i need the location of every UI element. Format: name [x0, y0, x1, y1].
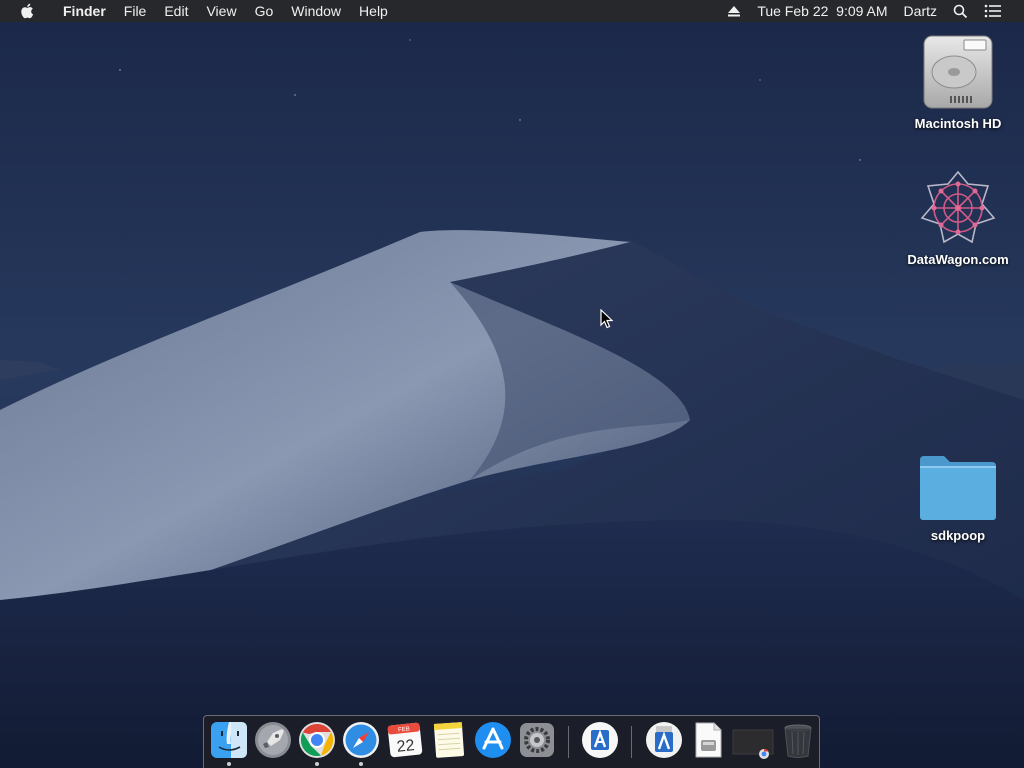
- running-indicator: [315, 762, 319, 766]
- eject-icon[interactable]: [719, 0, 749, 22]
- menu-bar: Finder File Edit View Go Window Help Tue…: [0, 0, 1024, 22]
- app-store-icon: [475, 722, 511, 758]
- instruments-icon: [582, 722, 618, 758]
- chrome-icon: [299, 722, 335, 758]
- dock-xcode-instruments[interactable]: [580, 720, 620, 760]
- running-indicator: [227, 762, 231, 766]
- dock-system-preferences[interactable]: [517, 720, 557, 760]
- dock-separator: [568, 726, 569, 758]
- dock-xcode-installer[interactable]: [644, 720, 684, 760]
- menu-view[interactable]: View: [197, 0, 245, 22]
- trash-icon: [784, 724, 812, 758]
- desktop-icon-sdkpoop[interactable]: sdkpoop: [903, 452, 1013, 543]
- desktop-icon-label: DataWagon.com: [907, 252, 1009, 267]
- spotlight-search-icon[interactable]: [945, 0, 976, 22]
- menu-app-finder[interactable]: Finder: [54, 0, 115, 22]
- finder-icon: [211, 722, 247, 758]
- dock-launchpad[interactable]: [253, 720, 293, 760]
- installer-package-icon: [646, 722, 682, 758]
- menu-help[interactable]: Help: [350, 0, 397, 22]
- safari-compass-icon: [343, 722, 379, 758]
- dock-finder[interactable]: [209, 720, 249, 760]
- dock-separator: [631, 726, 632, 758]
- dock-app-store[interactable]: [473, 720, 513, 760]
- dock-notes[interactable]: [429, 720, 469, 760]
- calendar-day: 22: [396, 737, 416, 756]
- menu-file[interactable]: File: [115, 0, 156, 22]
- desktop-icon-macintosh-hd[interactable]: Macintosh HD: [903, 32, 1013, 131]
- menu-go[interactable]: Go: [246, 0, 283, 22]
- dock-safari[interactable]: [341, 720, 381, 760]
- rocket-icon: [255, 722, 291, 758]
- dock-chrome-window[interactable]: [732, 720, 774, 760]
- desktop-icon-datawagon[interactable]: DataWagon.com: [903, 168, 1013, 267]
- menu-user[interactable]: Dartz: [896, 0, 945, 22]
- dock-trash[interactable]: [778, 720, 818, 760]
- apple-logo-icon[interactable]: [0, 0, 54, 22]
- desktop-icon-label: Macintosh HD: [914, 116, 1002, 131]
- menu-clock[interactable]: Tue Feb 22 9:09 AM: [749, 0, 895, 22]
- notes-icon: [433, 722, 465, 758]
- menu-edit[interactable]: Edit: [155, 0, 197, 22]
- menu-window[interactable]: Window: [282, 0, 350, 22]
- running-indicator: [359, 762, 363, 766]
- disk-image-file-icon: [695, 722, 722, 758]
- datawagon-logo-icon: [920, 170, 996, 244]
- dock-chrome[interactable]: [297, 720, 337, 760]
- desktop-wallpaper: [0, 0, 1024, 768]
- notification-center-icon[interactable]: [976, 0, 1010, 22]
- mouse-cursor-icon: [600, 309, 614, 329]
- calendar-month: FEB: [398, 726, 410, 733]
- gear-icon: [520, 723, 554, 757]
- folder-icon: [920, 456, 996, 520]
- dock-calendar[interactable]: FEB 22: [385, 720, 425, 760]
- minimized-window-icon: [732, 729, 774, 759]
- dock-disk-image[interactable]: [688, 720, 728, 760]
- dock: FEB 22: [203, 715, 820, 768]
- desktop-icon-label: sdkpoop: [930, 528, 986, 543]
- calendar-icon: FEB 22: [387, 722, 423, 758]
- hard-drive-icon: [923, 35, 993, 109]
